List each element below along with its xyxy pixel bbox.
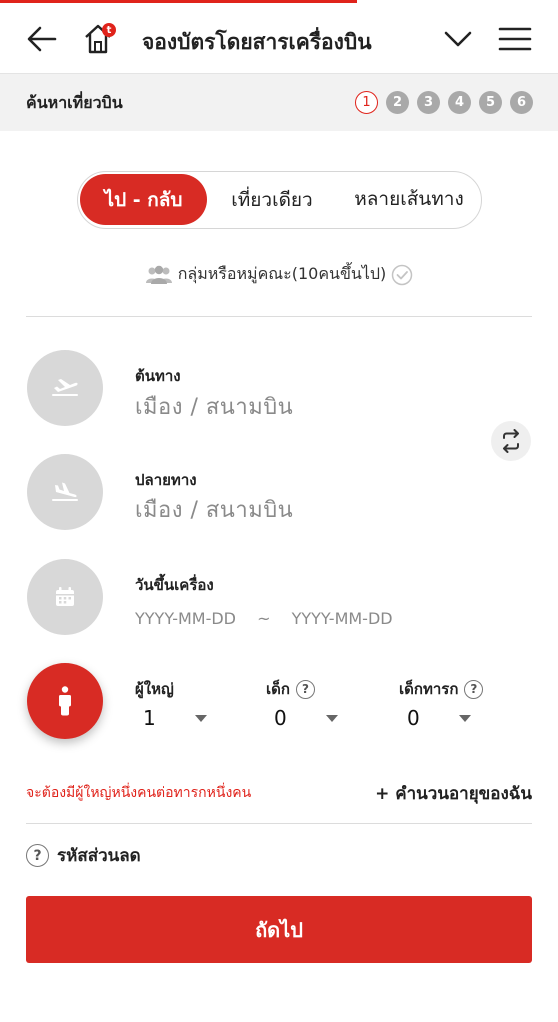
- app-header: t จองบัตรโดยสารเครื่องบิน: [0, 4, 558, 74]
- infant-warning-text: จะต้องมีผู้ใหญ่หนึ่งคนต่อทารกหนึ่งคน: [26, 785, 252, 801]
- trip-type-one-way[interactable]: เที่ยวเดียว: [218, 172, 326, 227]
- chevron-down-icon: [444, 31, 472, 47]
- step-indicator-bar: ค้นหาเที่ยวบิน 1 2 3 4 5 6: [0, 74, 558, 131]
- dropdown-caret-icon: [195, 715, 207, 722]
- page-title: จองบัตรโดยสารเครื่องบิน: [142, 30, 372, 54]
- home-badge: t: [102, 23, 116, 37]
- title-dropdown-button[interactable]: [438, 19, 478, 59]
- step-2: 2: [386, 91, 409, 114]
- section-divider: [26, 316, 532, 317]
- infant-count-value: 0: [407, 706, 420, 730]
- step-3: 3: [417, 91, 440, 114]
- child-help-icon[interactable]: ?: [295, 679, 315, 699]
- step-5: 5: [479, 91, 502, 114]
- promo-code-label: รหัสส่วนลด: [57, 846, 141, 866]
- swap-origin-destination-button[interactable]: [491, 421, 531, 461]
- child-label: เด็ก: [266, 680, 290, 698]
- date-separator: ~: [257, 609, 271, 628]
- origin-label: ต้นทาง: [135, 367, 181, 385]
- promo-code-toggle[interactable]: ? รหัสส่วนลด: [26, 842, 141, 869]
- child-count-select[interactable]: 0: [274, 706, 354, 732]
- infant-help-icon[interactable]: ?: [464, 679, 484, 699]
- adult-count-value: 1: [143, 706, 156, 730]
- step-1: 1: [355, 91, 378, 114]
- infant-count-select[interactable]: 0: [407, 706, 487, 732]
- destination-label: ปลายทาง: [135, 471, 197, 489]
- date-label: วันขึ้นเครื่อง: [135, 576, 214, 594]
- dropdown-caret-icon: [326, 715, 338, 722]
- next-button[interactable]: ถัดไป: [26, 896, 532, 963]
- menu-button[interactable]: [495, 19, 535, 59]
- infant-count-group: เด็กทารก ? 0: [399, 677, 484, 730]
- group-booking-option[interactable]: กลุ่มหรือหมู่คณะ(10คนขึ้นไป): [0, 262, 558, 287]
- depart-date-input[interactable]: YYYY-MM-DD: [135, 609, 236, 628]
- step-4: 4: [448, 91, 471, 114]
- age-calculator-link[interactable]: + คำนวนอายุของฉัน: [375, 780, 532, 807]
- origin-input[interactable]: เมือง / สนามบิน: [135, 389, 293, 424]
- back-button[interactable]: [22, 19, 62, 59]
- group-people-icon: [145, 265, 172, 284]
- step-list: 1 2 3 4 5 6: [355, 91, 533, 114]
- adult-label: ผู้ใหญ่: [135, 680, 174, 698]
- adult-count-select[interactable]: 1: [143, 706, 223, 732]
- adult-count-group: ผู้ใหญ่ 1: [135, 677, 207, 730]
- step-title: ค้นหาเที่ยวบิน: [26, 93, 123, 112]
- hamburger-menu-icon: [498, 27, 532, 51]
- group-booking-label: กลุ่มหรือหมู่คณะ(10คนขึ้นไป): [177, 264, 387, 283]
- destination-icon-button[interactable]: [27, 454, 103, 530]
- destination-input[interactable]: เมือง / สนามบิน: [135, 492, 293, 527]
- trip-type-round-trip[interactable]: ไป - กลับ: [80, 174, 207, 225]
- person-icon: [59, 686, 71, 716]
- calendar-icon: [56, 587, 74, 606]
- arrow-left-icon: [27, 26, 57, 52]
- child-count-value: 0: [274, 706, 287, 730]
- date-icon-button[interactable]: [27, 559, 103, 635]
- date-range: YYYY-MM-DD ~ YYYY-MM-DD: [135, 609, 393, 628]
- return-date-input[interactable]: YYYY-MM-DD: [292, 609, 393, 628]
- check-circle-icon[interactable]: [391, 264, 413, 286]
- trip-type-multi-city[interactable]: หลายเส้นทาง: [346, 172, 472, 227]
- airplane-takeoff-icon: [52, 379, 78, 396]
- child-count-group: เด็ก ? 0: [266, 677, 338, 730]
- home-button[interactable]: t: [78, 19, 118, 59]
- swap-icon: [503, 429, 519, 453]
- step-6: 6: [510, 91, 533, 114]
- promo-help-icon: ?: [26, 844, 49, 867]
- infant-label: เด็กทารก: [399, 680, 459, 698]
- dropdown-caret-icon: [459, 715, 471, 722]
- trip-type-toggle: ไป - กลับ เที่ยวเดียว หลายเส้นทาง: [77, 171, 482, 229]
- passenger-icon-button[interactable]: [27, 663, 103, 739]
- origin-icon-button[interactable]: [27, 350, 103, 426]
- section-divider: [26, 823, 532, 824]
- airplane-landing-icon: [52, 482, 78, 501]
